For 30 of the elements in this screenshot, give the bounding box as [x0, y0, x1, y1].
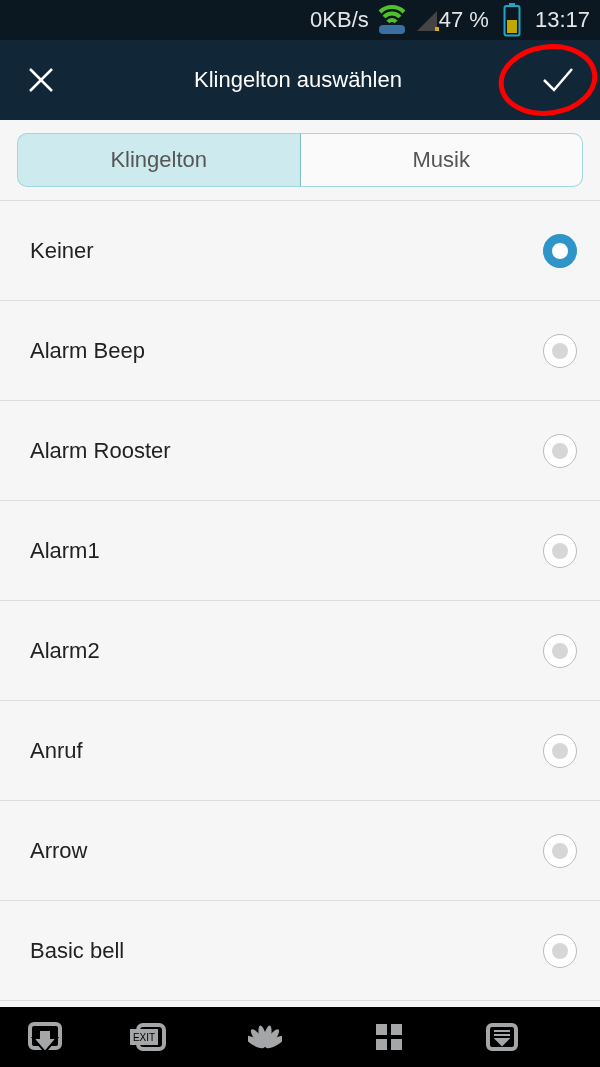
- download-icon[interactable]: [28, 1022, 62, 1052]
- battery-icon: [502, 3, 521, 37]
- radio-button[interactable]: [543, 433, 577, 468]
- radio-button[interactable]: [543, 633, 577, 668]
- radio-button[interactable]: [543, 533, 577, 568]
- tab[interactable]: Klingelton: [17, 133, 301, 187]
- ringtone-name[interactable]: Arrow: [30, 837, 88, 864]
- ringtone-name[interactable]: Alarm Rooster: [30, 437, 171, 464]
- tab[interactable]: Musik: [300, 133, 583, 187]
- ringtone-name[interactable]: Alarm Beep: [30, 337, 145, 364]
- radio-button[interactable]: [543, 833, 577, 868]
- radio-button[interactable]: [543, 233, 577, 268]
- radio-button[interactable]: [543, 333, 577, 368]
- ringtone-name[interactable]: Alarm1: [30, 537, 100, 564]
- ringtone-name[interactable]: Alarm2: [30, 637, 100, 664]
- ringtone-name[interactable]: Anruf: [30, 737, 83, 764]
- ringtone-name[interactable]: Basic bell: [30, 937, 125, 964]
- confirm-button[interactable]: [542, 67, 574, 93]
- network-speed: 0KB/s: [310, 7, 369, 33]
- petal-flower-icon[interactable]: [248, 1024, 282, 1050]
- radio-button[interactable]: [543, 933, 577, 968]
- clock: 13:17: [534, 7, 590, 33]
- close-button[interactable]: [28, 67, 54, 93]
- tray-icon[interactable]: [486, 1023, 518, 1051]
- radio-button[interactable]: [543, 733, 577, 768]
- signal-percent: 47 %: [438, 7, 489, 33]
- screen-title: Klingelton auswählen: [194, 67, 402, 93]
- wifi-icon: [376, 4, 407, 36]
- ringtone-name[interactable]: Keiner: [30, 237, 94, 264]
- grid-icon[interactable]: [376, 1024, 402, 1050]
